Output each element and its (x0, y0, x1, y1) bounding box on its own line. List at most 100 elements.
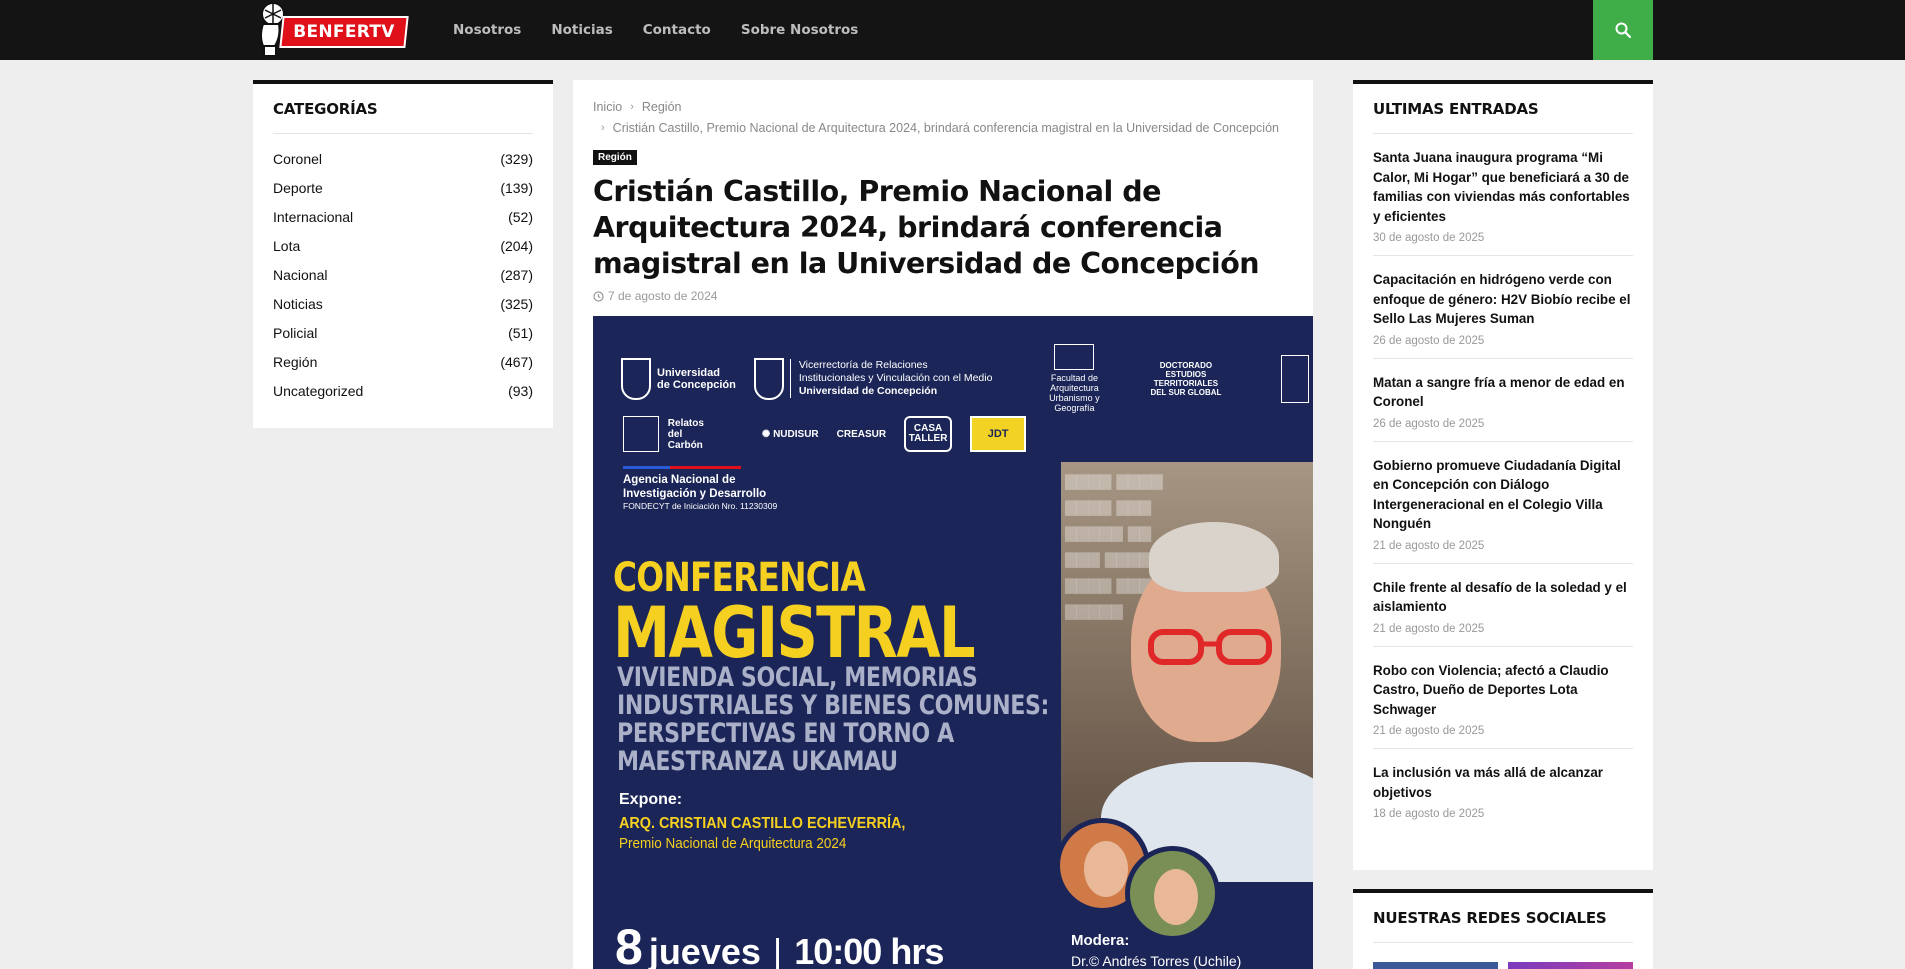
nav-contacto[interactable]: Contacto (643, 22, 711, 38)
category-item[interactable]: Coronel (329) (273, 144, 533, 173)
main-nav: Nosotros Noticias Contacto Sobre Nosotro… (453, 0, 888, 60)
article-featured-image: Universidad de Concepción Vicerrectoría d… (593, 316, 1313, 969)
site-logo[interactable]: BENFERTV (253, 2, 409, 58)
poster-speaker-block: Expone: ARQ. CRISTIAN CASTILLO ECHEVERRÍ… (619, 791, 937, 852)
instagram-button[interactable] (1508, 962, 1633, 969)
modera-label: Modera: (1071, 932, 1130, 949)
category-count: (139) (500, 179, 533, 196)
speaker-hair (1149, 522, 1279, 592)
doctorado-line-4: DEL SUR GLOBAL (1150, 387, 1222, 397)
doctorado-line-2: ESTUDIOS (1165, 369, 1207, 379)
article-main: Inicio › Región › Cristián Castillo, Pre… (573, 80, 1313, 969)
category-item[interactable]: Uncategorized (93) (273, 377, 533, 406)
category-count: (52) (508, 208, 533, 225)
category-count: (93) (508, 383, 533, 400)
category-item[interactable]: Internacional (52) (273, 202, 533, 231)
category-label[interactable]: Deporte (273, 180, 323, 196)
category-label[interactable]: Lota (273, 238, 300, 254)
category-label[interactable]: Policial (273, 325, 317, 341)
post-link[interactable]: La inclusión va más allá de alcanzar obj… (1373, 763, 1633, 802)
faug-text: Facultad de Arquitectura Urbanismo y Geo… (1049, 373, 1100, 413)
post-link[interactable]: Capacitación en hidrógeno verde con enfo… (1373, 270, 1633, 329)
doctorado-line-3: TERRITORIALES (1153, 378, 1219, 388)
category-label[interactable]: Región (273, 354, 317, 370)
poster-moderator-block: Modera: Dr.© Andrés Torres (Uchile) (1071, 932, 1241, 969)
post-link[interactable]: Chile frente al desafío de la soledad y … (1373, 578, 1633, 617)
category-label[interactable]: Noticias (273, 296, 323, 312)
recent-posts-title: ULTIMAS ENTRADAS (1373, 100, 1633, 134)
breadcrumb-current: Cristián Castillo, Premio Nacional de Ar… (612, 120, 1279, 135)
facebook-button[interactable] (1373, 962, 1498, 969)
breadcrumb: Inicio › Región › Cristián Castillo, Pre… (593, 96, 1279, 138)
relatos-logo: Relatos del Carbón (623, 416, 704, 452)
article-title: Cristián Castillo, Premio Nacional de Ar… (593, 175, 1260, 280)
post-link[interactable]: Gobierno promueve Ciudadanía Digital en … (1373, 456, 1633, 534)
nav-nosotros[interactable]: Nosotros (453, 22, 521, 38)
poster-weekday: jueves (648, 931, 761, 969)
post-link[interactable]: Santa Juana inaugura programa “Mi Calor,… (1373, 148, 1633, 226)
poster-logos-row: Universidad de Concepción Vicerrectoría d… (621, 344, 1310, 413)
logo-banner: BENFERTV (279, 16, 409, 48)
faug-mark-icon (1054, 344, 1095, 370)
category-item[interactable]: Noticias (325) (273, 289, 533, 318)
poster-logos-row-2: Relatos del Carbón ✺ NUDISUR CREASUR CAS… (623, 416, 1027, 452)
category-count: (51) (508, 325, 533, 342)
vicerrectoria-line-1: Vicerrectoría de Relaciones (798, 359, 928, 371)
poster-time: 10:00 hrs (794, 931, 944, 969)
categories-title: CATEGORÍAS (273, 100, 533, 134)
red-glasses-icon (1148, 629, 1272, 665)
poster-day: 8 (615, 919, 643, 969)
moderator-face (1084, 841, 1128, 897)
category-label[interactable]: Internacional (273, 209, 353, 225)
category-item[interactable]: Lota (204) (273, 231, 533, 260)
list-item: Capacitación en hidrógeno verde con enfo… (1373, 256, 1633, 359)
category-item[interactable]: Región (467) (273, 348, 533, 377)
shield-icon (753, 357, 784, 400)
category-item[interactable]: Deporte (139) (273, 173, 533, 202)
post-date: 18 de agosto de 2025 (1373, 808, 1485, 820)
relatos-line-3: Carbón (667, 439, 703, 451)
anid-line-2: Investigación y Desarrollo (623, 488, 767, 500)
category-label[interactable]: Nacional (273, 267, 327, 283)
poster-datetime: 8 jueves | 10:00 hrs (615, 919, 944, 969)
logo-text: BENFERTV (293, 22, 395, 42)
category-item[interactable]: Policial (51) (273, 319, 533, 348)
post-date: 21 de agosto de 2025 (1373, 622, 1485, 635)
category-count: (204) (500, 237, 533, 254)
jdt-logo: JDT (970, 416, 1027, 452)
category-label[interactable]: Coronel (273, 151, 322, 167)
anid-line-1: Agencia Nacional de (623, 474, 736, 486)
poster-subtitle-line-2: INDUSTRIALES Y BIENES COMUNES: (617, 690, 1049, 721)
anid-flag-bar (623, 466, 741, 469)
post-link[interactable]: Matan a sangre fría a menor de edad en C… (1373, 373, 1633, 412)
category-item[interactable]: Nacional (287) (273, 260, 533, 289)
post-date: 26 de agosto de 2025 (1373, 334, 1485, 347)
post-date: 21 de agosto de 2025 (1373, 539, 1485, 552)
divider: | (772, 931, 783, 969)
nav-noticias[interactable]: Noticias (551, 22, 612, 38)
list-item: Santa Juana inaugura programa “Mi Calor,… (1373, 134, 1633, 256)
categories-widget: CATEGORÍAS Coronel (329) Deporte (139) Int… (253, 80, 553, 428)
poster-subtitle-line-1: VIVIENDA SOCIAL, MEMORIAS (617, 662, 978, 693)
category-tag[interactable]: Región (593, 150, 637, 165)
clock-icon (593, 290, 604, 302)
breadcrumb-section[interactable]: Región (642, 100, 682, 114)
post-link[interactable]: Robo con Violencia; afectó a Claudio Cas… (1373, 661, 1633, 720)
vicerrectoria-logo: Vicerrectoría de Relaciones Instituciona… (753, 357, 992, 400)
chevron-right-icon: › (601, 121, 605, 134)
search-button[interactable] (1593, 0, 1653, 60)
article-date: 7 de agosto de 2024 (593, 289, 717, 303)
anid-line-3: FONDECYT de Iniciación Nro. 11230309 (623, 501, 778, 511)
category-count: (287) (500, 266, 533, 283)
vicerrectoria-line-3: Universidad de Concepción (798, 385, 938, 397)
breadcrumb-home[interactable]: Inicio (593, 100, 622, 114)
expone-name: ARQ. CRISTIAN CASTILLO ECHEVERRÍA, (619, 815, 906, 832)
category-label[interactable]: Uncategorized (273, 383, 363, 399)
social-buttons (1373, 962, 1633, 969)
udec-name-2: de Concepción (657, 378, 736, 391)
nav-sobre-nosotros[interactable]: Sobre Nosotros (741, 22, 858, 38)
list-item: Robo con Violencia; afectó a Claudio Cas… (1373, 647, 1633, 749)
list-item: Chile frente al desafío de la soledad y … (1373, 564, 1633, 647)
casa-taller-logo: CASA TALLER (904, 416, 953, 452)
relatos-line-1: Relatos (667, 417, 704, 429)
